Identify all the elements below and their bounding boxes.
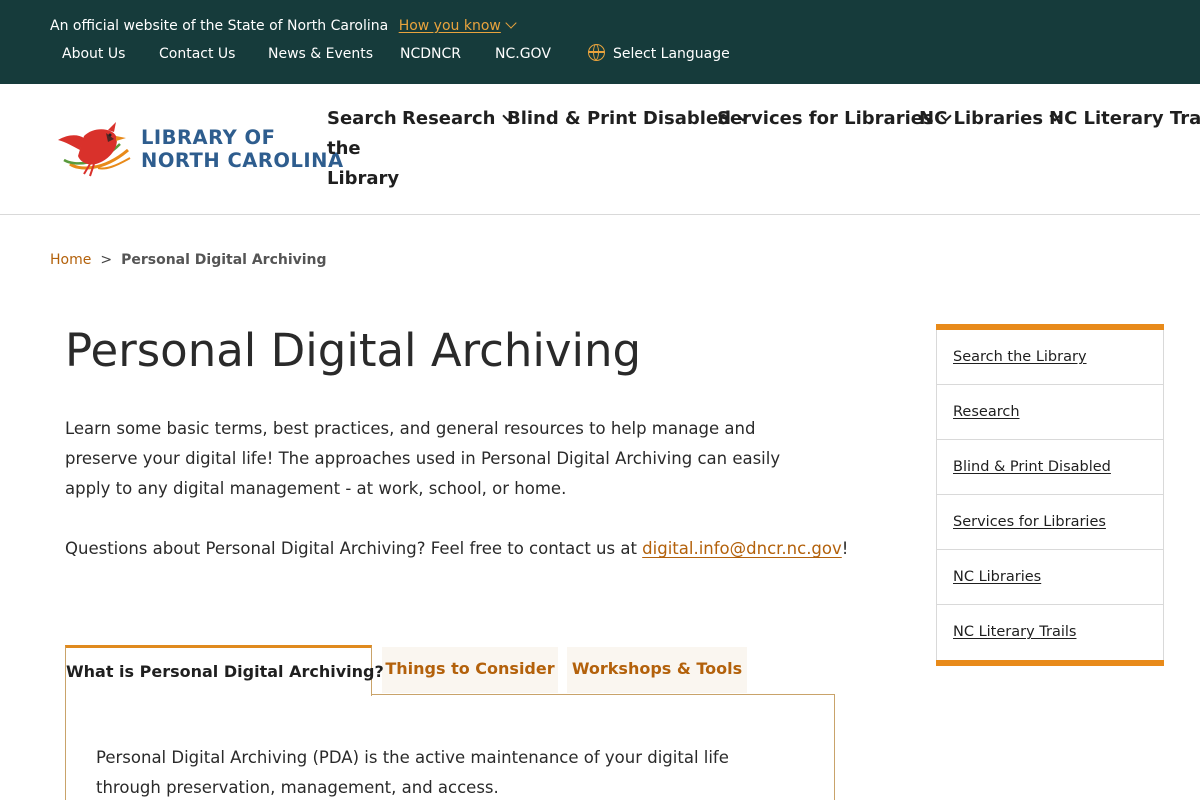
how-you-know-link[interactable]: How you know [399,17,517,34]
sidebar-item-blind-print-disabled[interactable]: Blind & Print Disabled [936,440,1164,495]
nav-literary-trails-label: NC Literary Trails [1049,108,1200,129]
sidebar-item-services-for-libraries[interactable]: Services for Libraries [936,495,1164,550]
official-text: An official website of the State of Nort… [50,18,389,34]
sidebar-item-nc-literary-trails[interactable]: NC Literary Trails [936,605,1164,660]
sidebar-item-nc-libraries[interactable]: NC Libraries [936,550,1164,605]
breadcrumb: Home > Personal Digital Archiving [50,252,327,268]
nav-blind-print-disabled[interactable]: Blind & Print Disabled [507,104,749,134]
sidebar-item-research[interactable]: Research [936,385,1164,440]
contact-email-link[interactable]: digital.info@dncr.nc.gov [642,539,842,558]
select-language-label: Select Language [613,46,730,62]
page-title: Personal Digital Archiving [65,324,642,377]
util-link-ncgov[interactable]: NC.GOV [495,46,551,62]
util-link-ncdncr[interactable]: NCDNCR [400,46,461,62]
site-header: LIBRARY OF NORTH CAROLINA Search the Lib… [0,84,1200,215]
nav-nc-literary-trails[interactable]: NC Literary Trails [1049,104,1200,134]
cardinal-logo-icon [58,122,131,177]
breadcrumb-home-link[interactable]: Home [50,252,91,268]
official-banner: An official website of the State of Nort… [0,0,1200,84]
select-language-button[interactable]: Select Language [588,44,730,62]
nav-research-label: Research [402,108,496,129]
nav-search-line-2: the [327,138,361,159]
nav-services-for-libraries[interactable]: Services for Libraries [717,104,952,134]
nav-blind-label: Blind & Print Disabled [507,108,732,129]
logo-line-1: LIBRARY OF [141,126,276,149]
contact-text: Questions about Personal Digital Archivi… [65,539,643,558]
tab-things-to-consider[interactable]: Things to Consider [382,647,558,693]
nav-search-line-1: Search [327,108,397,129]
util-link-contact-us[interactable]: Contact Us [159,46,235,62]
chevron-down-icon [505,17,517,29]
tab-panel: Personal Digital Archiving (PDA) is the … [65,694,835,800]
contact-paragraph: Questions about Personal Digital Archivi… [65,534,848,564]
sidebar-nav: Search the Library Research Blind & Prin… [936,324,1164,666]
globe-icon [588,44,605,61]
util-link-news-events[interactable]: News & Events [268,46,373,62]
logo-wordmark: LIBRARY OF NORTH CAROLINA [141,126,344,172]
nav-nc-libraries-label: NC Libraries [919,108,1044,129]
tab-what-is-pda[interactable]: What is Personal Digital Archiving? [65,645,384,696]
tab-panel-text: Personal Digital Archiving (PDA) is the … [96,748,729,797]
site-logo[interactable]: LIBRARY OF NORTH CAROLINA [50,120,343,180]
nav-nc-libraries[interactable]: NC Libraries [919,104,1061,134]
intro-paragraph: Learn some basic terms, best practices, … [65,419,781,498]
sidebar-item-search-the-library[interactable]: Search the Library [936,330,1164,385]
nav-search-line-3: Library [327,168,400,189]
logo-line-2: NORTH CAROLINA [141,149,344,172]
tab-workshops-tools[interactable]: Workshops & Tools [567,647,747,693]
nav-search-the-library[interactable]: Search the Library [327,104,399,194]
breadcrumb-separator: > [100,252,113,268]
nav-research[interactable]: Research [402,104,514,134]
util-link-about-us[interactable]: About Us [62,46,125,62]
contact-suffix: ! [841,539,849,558]
nav-services-label: Services for Libraries [717,108,934,129]
official-notice: An official website of the State of Nort… [50,17,517,34]
breadcrumb-current: Personal Digital Archiving [121,252,327,268]
